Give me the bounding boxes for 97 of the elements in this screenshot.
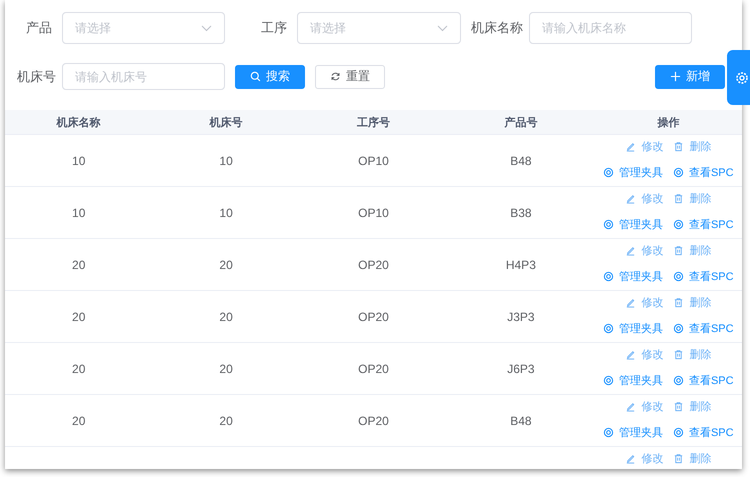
settings-icon [672, 167, 684, 178]
action-link[interactable]: 查看SPC [672, 321, 734, 336]
field-label: 产品 [25, 19, 52, 37]
settings-tab[interactable] [727, 50, 750, 105]
table-cell: B48 [510, 154, 532, 168]
action-link[interactable]: 查看SPC [672, 165, 734, 180]
table-cell: 10 [72, 154, 86, 168]
table-cell: OP10 [358, 154, 389, 168]
table-cell: H4P3 [506, 258, 536, 272]
table-cell: 10 [219, 206, 233, 220]
action-link[interactable]: 修改 [625, 243, 664, 258]
action-link[interactable]: 删除 [673, 191, 712, 206]
table-cell: 20 [219, 258, 233, 272]
pencil-icon [625, 401, 636, 412]
settings-icon [602, 219, 614, 230]
pencil-icon [625, 297, 636, 308]
chevron-down-icon [201, 24, 212, 32]
settings-icon [672, 375, 684, 386]
settings-icon [602, 271, 614, 282]
action-link[interactable]: 查看SPC [672, 217, 734, 232]
trash-icon [673, 297, 684, 308]
settings-icon [602, 167, 614, 178]
settings-icon [602, 375, 614, 386]
table-cell: OP20 [358, 362, 389, 376]
pencil-icon [625, 453, 636, 464]
table-cell: 20 [219, 362, 233, 376]
table-cell: 10 [72, 206, 86, 220]
select-field[interactable]: 请选择 [297, 12, 461, 44]
input-field[interactable]: 请输入机床号 [62, 63, 225, 90]
action-link[interactable]: 管理夹具 [602, 373, 663, 388]
pencil-icon [625, 349, 636, 360]
settings-icon [672, 323, 684, 334]
trash-icon [673, 141, 684, 152]
settings-icon [602, 323, 614, 334]
search-button[interactable]: 搜索 [235, 64, 305, 88]
action-link[interactable]: 删除 [673, 295, 712, 310]
search-icon [250, 71, 261, 82]
settings-icon [672, 427, 684, 438]
action-link[interactable]: 删除 [673, 139, 712, 154]
table-cell: 20 [72, 258, 86, 272]
trash-icon [673, 453, 684, 464]
action-link[interactable]: 查看SPC [672, 269, 734, 284]
trash-icon [673, 193, 684, 204]
trash-icon [673, 401, 684, 412]
action-link[interactable]: 查看SPC [672, 425, 734, 440]
trash-icon [673, 245, 684, 256]
action-link[interactable]: 删除 [673, 399, 712, 414]
table-cell: J6P3 [507, 362, 535, 376]
trash-icon [673, 349, 684, 360]
input-field[interactable]: 请输入机床名称 [529, 12, 692, 44]
refresh-icon [330, 71, 341, 82]
table-cell: OP10 [358, 206, 389, 220]
table-cell: 10 [219, 154, 233, 168]
reset-button[interactable]: 重置 [315, 64, 385, 88]
action-link[interactable]: 查看SPC [672, 373, 734, 388]
table-cell: OP20 [358, 310, 389, 324]
select-field[interactable]: 请选择 [62, 12, 225, 44]
column-header: 产品号 [447, 110, 595, 134]
action-link[interactable]: 管理夹具 [602, 165, 663, 180]
table-cell: OP20 [358, 258, 389, 272]
add-button[interactable]: 新增 [655, 64, 725, 88]
plus-icon [670, 71, 681, 82]
table-cell: 20 [72, 414, 86, 428]
settings-icon [672, 219, 684, 230]
table-cell: OP20 [358, 414, 389, 428]
action-link[interactable]: 管理夹具 [602, 321, 663, 336]
column-header: 机床名称 [5, 110, 152, 134]
pencil-icon [625, 245, 636, 256]
settings-icon [735, 70, 749, 84]
table-cell: B48 [510, 414, 532, 428]
action-link[interactable]: 管理夹具 [602, 217, 663, 232]
action-link[interactable]: 修改 [625, 399, 664, 414]
table-cell: 20 [72, 310, 86, 324]
table-cell: 20 [72, 362, 86, 376]
pencil-icon [625, 193, 636, 204]
action-link[interactable]: 修改 [625, 295, 664, 310]
action-link[interactable]: 管理夹具 [602, 425, 663, 440]
column-header: 工序号 [300, 110, 448, 134]
action-link[interactable]: 修改 [625, 347, 664, 362]
action-link[interactable]: 修改 [625, 139, 664, 154]
settings-icon [672, 271, 684, 282]
action-link[interactable]: 删除 [673, 243, 712, 258]
action-link[interactable]: 管理夹具 [602, 269, 663, 284]
table-cell: B38 [510, 206, 532, 220]
table-cell: J3P3 [507, 310, 535, 324]
pencil-icon [625, 141, 636, 152]
field-label: 工序 [260, 19, 287, 37]
column-header: 机床号 [152, 110, 300, 134]
table-cell: 20 [219, 414, 233, 428]
action-link[interactable]: 修改 [625, 191, 664, 206]
chevron-down-icon [437, 24, 448, 32]
action-link[interactable]: 删除 [673, 347, 712, 362]
column-header: 操作 [594, 110, 742, 134]
action-link[interactable]: 修改 [625, 451, 664, 466]
table-cell: 20 [219, 310, 233, 324]
action-link[interactable]: 删除 [673, 451, 712, 466]
settings-icon [602, 427, 614, 438]
